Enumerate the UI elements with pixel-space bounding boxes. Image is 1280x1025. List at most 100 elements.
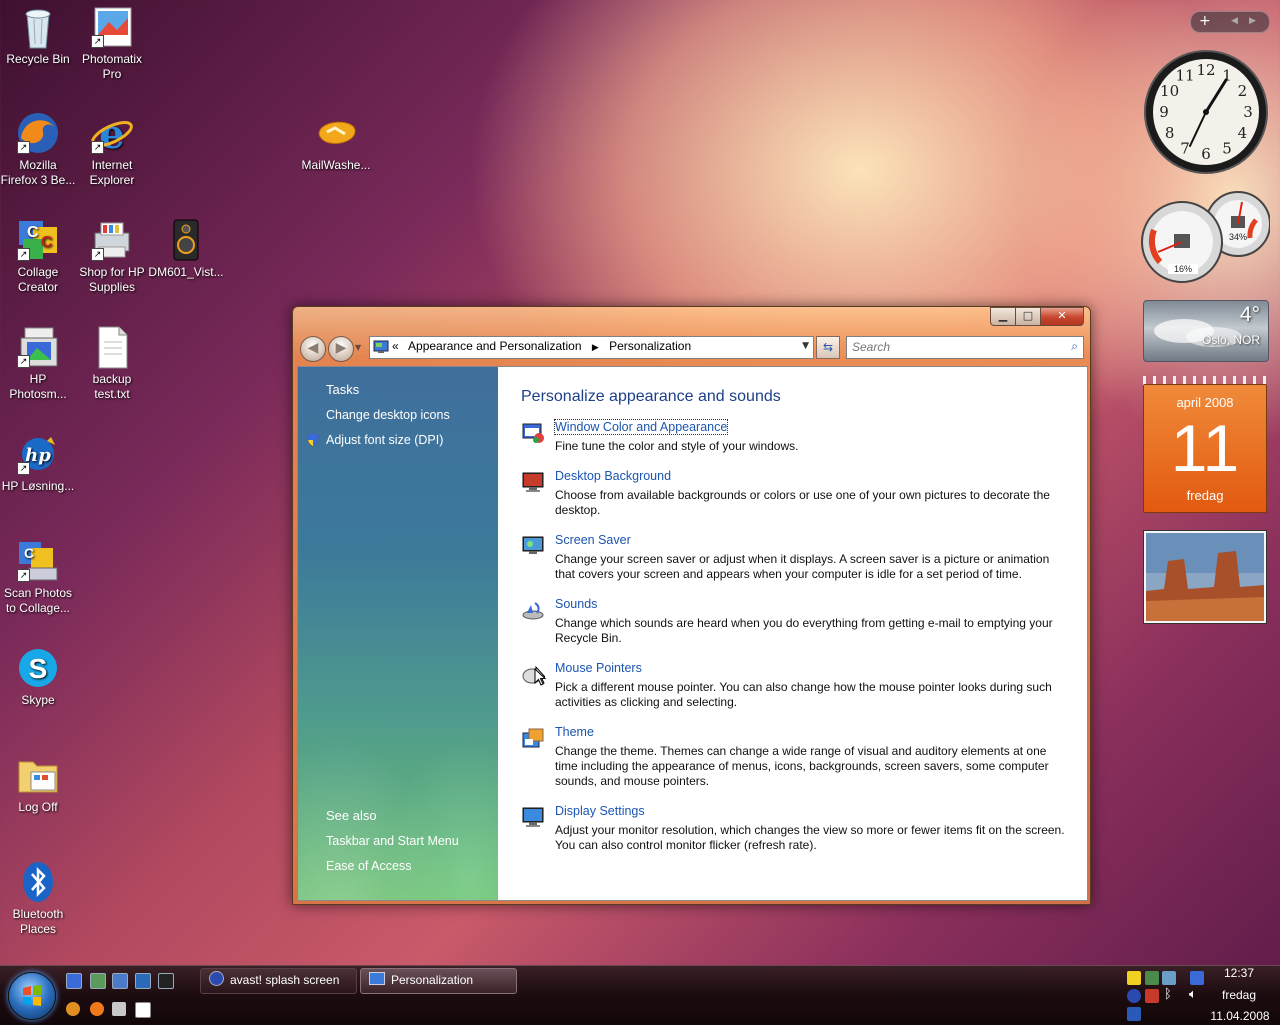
quicklaunch-media-player-icon[interactable] bbox=[66, 1002, 80, 1016]
analog-clock-icon: 12 1234567891011 bbox=[1144, 50, 1268, 174]
recent-pages-dropdown[interactable]: ▼ bbox=[355, 343, 361, 352]
collage-creator-icon: CC ↗ bbox=[15, 217, 61, 263]
clock-gadget[interactable]: 12 1 2 3 4 5 6 7 8 9 10 11 bbox=[1142, 48, 1270, 176]
taskbar-button-label: Personalization bbox=[391, 973, 474, 987]
desktop-icon-hp-losning[interactable]: hp ↗ HP Løsning... bbox=[0, 431, 76, 494]
desktop-icon-log-off[interactable]: Log Off bbox=[0, 752, 76, 815]
clock-numeral: 8 bbox=[1165, 124, 1175, 142]
desktop-icon-mailwasher[interactable]: MailWashe... bbox=[298, 110, 374, 173]
tray-display-icon[interactable] bbox=[1190, 971, 1204, 985]
quicklaunch-firefox-icon[interactable] bbox=[90, 1002, 104, 1016]
weather-city: Oslo, NOR bbox=[1201, 333, 1260, 347]
breadcrumb-personalization[interactable]: Personalization bbox=[609, 339, 691, 353]
desktop-icon-label: HP Photosm... bbox=[9, 372, 67, 401]
desktop-icon-recycle-bin[interactable]: Recycle Bin bbox=[0, 4, 76, 67]
calendar-weekday: fredag bbox=[1186, 488, 1224, 503]
chevron-right-icon[interactable]: ▶ bbox=[1249, 12, 1256, 31]
quicklaunch-monitor-icon[interactable] bbox=[135, 973, 151, 989]
clock-numeral: 5 bbox=[1222, 139, 1232, 157]
breadcrumb-overflow[interactable]: « bbox=[392, 339, 399, 353]
quicklaunch-system-icon[interactable] bbox=[158, 973, 174, 989]
desktop-icon-firefox[interactable]: ↗ Mozilla Firefox 3 Be... bbox=[0, 110, 76, 188]
maximize-button[interactable]: □ bbox=[1016, 307, 1041, 326]
search-input[interactable] bbox=[847, 337, 1052, 356]
desktop-icon-hp-photosmart[interactable]: ↗ HP Photosm... bbox=[0, 324, 76, 402]
gadget-toolbar: + ◀ ▶ bbox=[1190, 11, 1270, 33]
mouse-pointers-link[interactable]: Mouse Pointers bbox=[555, 661, 642, 675]
window-color-link[interactable]: Window Color and Appearance bbox=[553, 419, 729, 435]
speaker-icon bbox=[163, 217, 209, 263]
chevron-down-icon: ▼ bbox=[355, 343, 362, 352]
shortcut-arrow-icon: ↗ bbox=[91, 35, 104, 48]
desktop-icon-photomatix[interactable]: ↗ Photomatix Pro bbox=[74, 4, 150, 82]
personalization-window[interactable]: ▁ □ ✕ ◀ ▶ ▼ « Appearance and Personaliza… bbox=[292, 306, 1091, 905]
theme-link[interactable]: Theme bbox=[555, 725, 594, 739]
address-dropdown[interactable]: ▼ bbox=[802, 341, 809, 351]
slideshow-gadget[interactable] bbox=[1143, 530, 1267, 624]
recycle-bin-icon bbox=[15, 4, 61, 50]
desktop-background-link[interactable]: Desktop Background bbox=[555, 469, 671, 483]
tray-arrow-icon[interactable] bbox=[1145, 989, 1159, 1003]
back-button[interactable]: ◀ bbox=[300, 336, 326, 362]
photomatix-icon: ↗ bbox=[89, 4, 135, 50]
hp-photosmart-icon: ↗ bbox=[15, 324, 61, 370]
clock-numeral: 12 bbox=[1196, 61, 1215, 79]
page-title: Personalize appearance and sounds bbox=[521, 388, 781, 405]
tray-word-icon[interactable] bbox=[1127, 1007, 1141, 1021]
taskbar-button-personalization[interactable]: Personalization bbox=[360, 968, 517, 994]
screen-saver-link[interactable]: Screen Saver bbox=[555, 533, 631, 547]
quicklaunch-app-icon[interactable] bbox=[90, 973, 106, 989]
refresh-icon: ⇆ bbox=[822, 340, 834, 354]
desktop-icon-scan-photos[interactable]: C ↗ Scan Photos to Collage... bbox=[0, 538, 76, 616]
cpu-meter-gadget[interactable]: 16% 34% bbox=[1140, 190, 1271, 285]
tray-network-icon[interactable] bbox=[1145, 971, 1159, 985]
weather-gadget[interactable]: 4° Oslo, NOR bbox=[1143, 300, 1269, 362]
desktop-icon-internet-explorer[interactable]: e ↗ Internet Explorer bbox=[74, 110, 150, 188]
start-button[interactable] bbox=[8, 972, 56, 1020]
quicklaunch-show-desktop-icon[interactable] bbox=[66, 973, 82, 989]
breadcrumb-separator-icon[interactable]: ▶ bbox=[585, 342, 606, 352]
breadcrumb-appearance[interactable]: Appearance and Personalization bbox=[408, 339, 581, 353]
tray-avast-icon[interactable] bbox=[1127, 989, 1141, 1003]
internet-explorer-icon: e ↗ bbox=[89, 110, 135, 158]
memory-usage-value: 34% bbox=[1228, 232, 1247, 242]
calendar-gadget[interactable]: april 2008 11 fredag bbox=[1143, 376, 1267, 513]
minimize-button[interactable]: ▁ bbox=[990, 307, 1016, 326]
chevron-left-icon[interactable]: ◀ bbox=[1231, 12, 1238, 31]
speaker-icon bbox=[521, 599, 545, 621]
quicklaunch-switch-windows-icon[interactable] bbox=[112, 973, 128, 989]
taskbar-button-avast[interactable]: avast! splash screen bbox=[200, 968, 357, 994]
display-settings-link[interactable]: Display Settings bbox=[555, 804, 645, 818]
add-gadget-icon[interactable]: + bbox=[1199, 12, 1211, 31]
desktop-icon-collage-creator[interactable]: CC ↗ Collage Creator bbox=[0, 217, 76, 295]
quicklaunch-notepad-icon[interactable] bbox=[135, 1002, 151, 1018]
tray-app-icon[interactable] bbox=[1162, 971, 1176, 985]
taskbar-clock-time[interactable]: 12:37 bbox=[1212, 966, 1266, 980]
forward-button[interactable]: ▶ bbox=[328, 336, 354, 362]
tray-bluetooth-icon[interactable]: ᛒ bbox=[1164, 987, 1172, 1002]
task-adjust-font-size[interactable]: Adjust font size (DPI) bbox=[326, 433, 443, 447]
tray-warning-icon[interactable] bbox=[1127, 971, 1141, 985]
refresh-button[interactable]: ⇆ bbox=[816, 336, 840, 359]
theme-icon bbox=[521, 727, 545, 749]
screen-saver-description: Change your screen saver or adjust when … bbox=[555, 552, 1050, 581]
taskbar-clock-date[interactable]: 11.04.2008 bbox=[1205, 1009, 1275, 1023]
desktop-icon-skype[interactable]: S Skype bbox=[0, 645, 76, 708]
tray-volume-icon[interactable]: 🔈︎ bbox=[1189, 987, 1197, 1002]
desktop-icon-dm601[interactable]: DM601_Vist... bbox=[148, 217, 224, 280]
quicklaunch-paint-icon[interactable] bbox=[112, 1002, 126, 1016]
see-also-ease-of-access[interactable]: Ease of Access bbox=[326, 859, 411, 873]
desktop-icon-bluetooth-places[interactable]: Bluetooth Places bbox=[0, 859, 76, 937]
see-also-taskbar[interactable]: Taskbar and Start Menu bbox=[326, 834, 459, 848]
desktop-icon-shop-hp-supplies[interactable]: ↗ Shop for HP Supplies bbox=[74, 217, 150, 295]
taskbar-clock-weekday[interactable]: fredag bbox=[1212, 988, 1266, 1002]
task-change-desktop-icons[interactable]: Change desktop icons bbox=[326, 408, 450, 422]
close-button[interactable]: ✕ bbox=[1041, 307, 1084, 326]
sounds-link[interactable]: Sounds bbox=[555, 597, 597, 611]
address-bar[interactable]: « Appearance and Personalization ▶ Perso… bbox=[369, 336, 814, 359]
desktop-icon-label: Mozilla Firefox 3 Be... bbox=[0, 158, 76, 187]
search-icon[interactable]: ⌕ bbox=[1071, 339, 1078, 354]
calendar-month: april 2008 bbox=[1176, 395, 1234, 410]
bluetooth-icon bbox=[15, 859, 61, 905]
desktop-icon-backup-test[interactable]: backup test.txt bbox=[74, 324, 150, 402]
